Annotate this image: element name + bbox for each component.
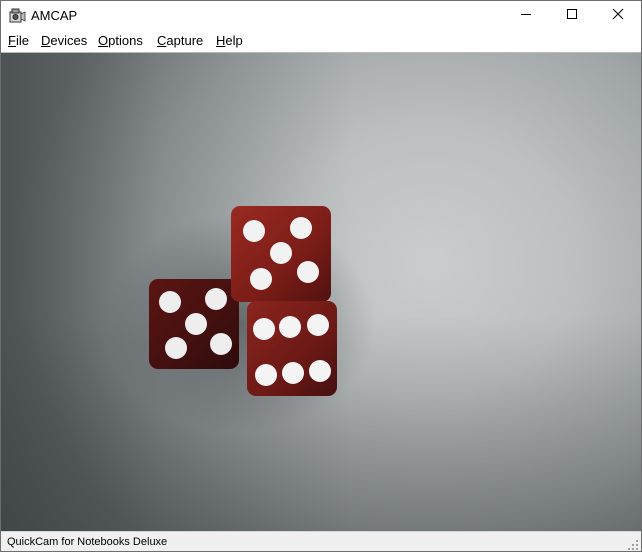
title-bar[interactable]: AMCAP [1,1,641,31]
menu-bar: File Devices Options Capture Help [1,31,641,51]
die-top-pip [290,217,312,239]
status-bar: QuickCam for Notebooks Deluxe [1,531,641,551]
close-icon [612,7,624,25]
die-five-pip [159,291,181,313]
die-six-pip [279,316,301,338]
menu-help[interactable]: Help [216,33,243,49]
menu-help-label: elp [225,33,243,48]
die-five-pip [185,313,207,335]
video-preview [1,52,641,532]
amcap-camera-icon[interactable] [8,7,26,25]
minimize-icon [520,7,532,25]
die-five-pip [210,333,232,355]
menu-devices[interactable]: Devices [41,33,87,49]
die-top-pip [243,220,265,242]
menu-capture[interactable]: Capture [157,33,203,49]
close-button[interactable] [595,1,641,31]
menu-options-label: ptions [108,33,143,48]
die-six-pip [307,314,329,336]
menu-file[interactable]: File [8,33,29,49]
menu-file-mnemonic: F [8,33,16,48]
menu-options[interactable]: Options [98,33,143,49]
die-five-pip [165,337,187,359]
window-title: AMCAP [31,8,78,23]
die-five [149,279,239,369]
die-six [247,301,337,396]
menu-capture-label: apture [166,33,204,48]
die-six-pip [253,318,275,340]
maximize-button[interactable] [549,1,595,31]
die-top-pip [297,261,319,283]
die-six-pip [309,360,331,382]
menu-file-label: ile [15,33,29,48]
die-top-pip [270,242,292,264]
menu-capture-mnemonic: C [157,33,167,48]
minimize-button[interactable] [503,1,549,31]
status-device-name: QuickCam for Notebooks Deluxe [7,536,168,548]
maximize-icon [566,7,578,25]
die-top-five [231,206,331,302]
dice-image [106,206,376,433]
die-top-pip [250,268,272,290]
menu-devices-mnemonic: D [41,33,51,48]
menu-devices-label: evices [50,33,88,48]
amcap-window: AMCAP File Devices Options Capture Help [0,0,642,552]
resize-grip-icon[interactable] [627,538,639,550]
die-six-pip [255,364,277,386]
die-six-pip [282,362,304,384]
menu-help-mnemonic: H [216,33,226,48]
menu-options-mnemonic: O [98,33,109,48]
die-five-pip [205,288,227,310]
